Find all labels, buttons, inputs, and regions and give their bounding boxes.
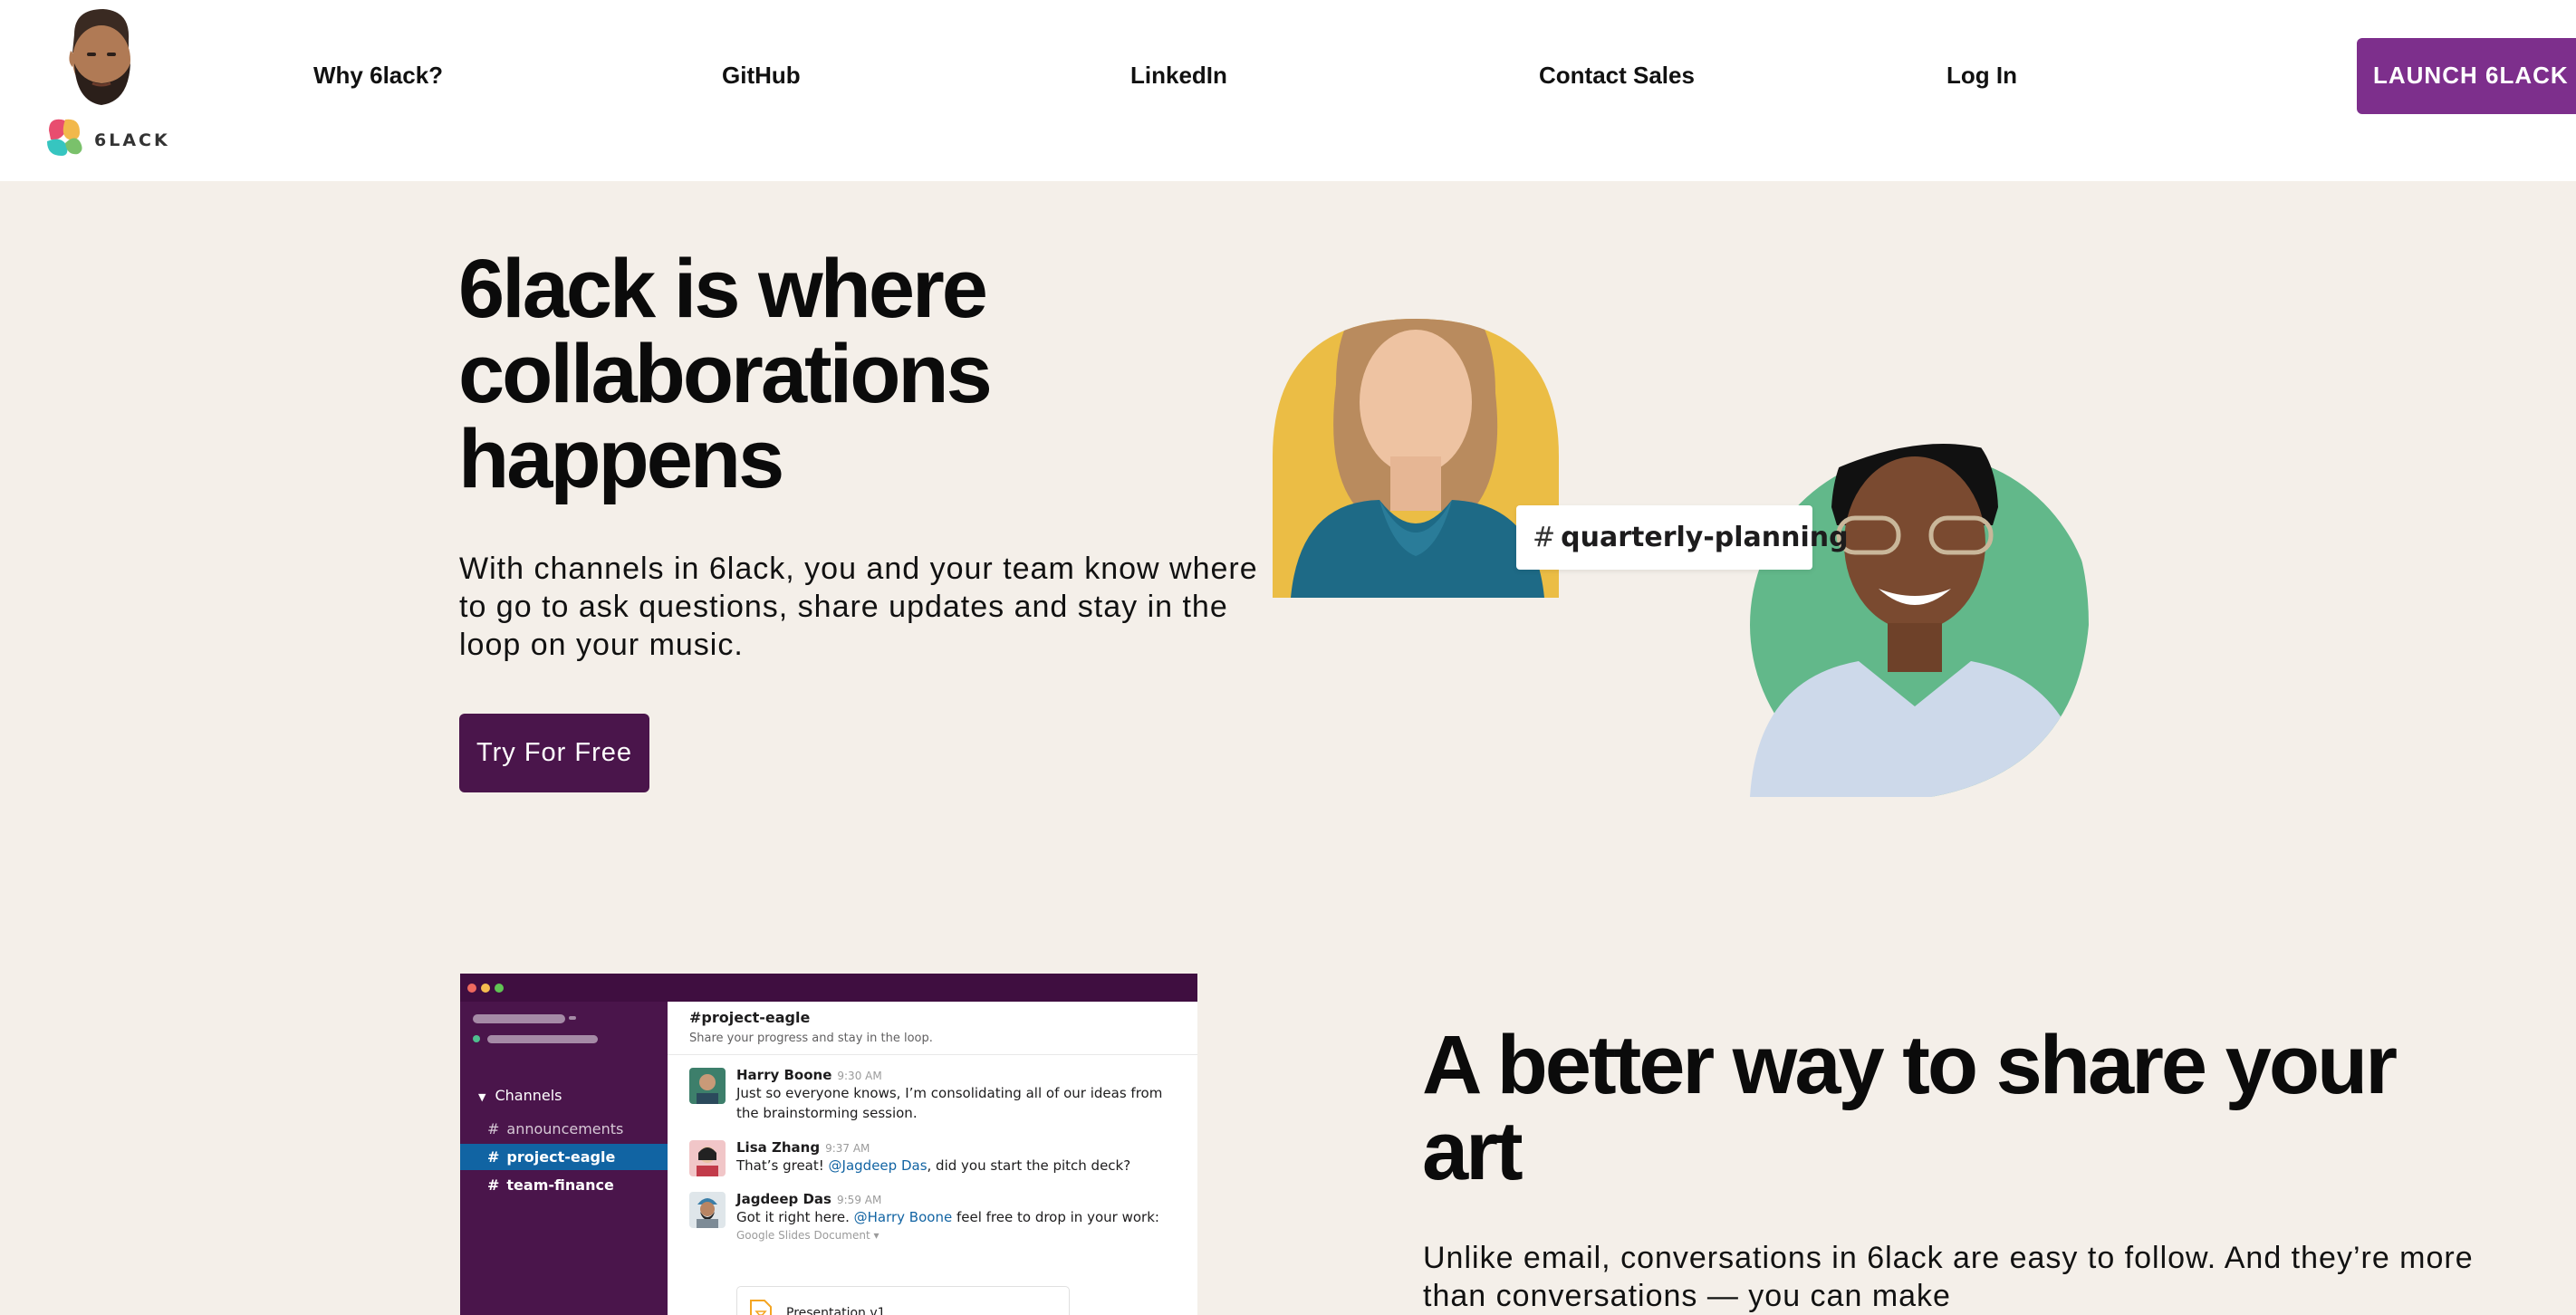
maximize-dot-icon: [495, 984, 504, 993]
portrait-man-image: [1750, 444, 2089, 797]
hash-icon: #: [487, 1120, 500, 1137]
message-author[interactable]: Jagdeep Das: [736, 1191, 831, 1207]
app-mockup: ▼ Channels # announcements # project-eagle …: [460, 974, 1197, 1315]
workspace-name-placeholder: [473, 1014, 565, 1023]
launch-button[interactable]: LAUNCH 6LACK: [2357, 38, 2576, 114]
section-title: A better way to share your art: [1422, 1019, 2398, 1197]
channel-tag: # quarterly-planning: [1516, 505, 1849, 570]
user-mention-link[interactable]: @Harry Boone: [854, 1209, 953, 1225]
sidebar-channel-project-eagle[interactable]: # project-eagle: [460, 1144, 668, 1170]
message-item: Harry Boone 9:30 AM Just so everyone know…: [689, 1066, 1178, 1123]
slides-file-icon: [750, 1300, 772, 1315]
site-logo[interactable]: 6LACK: [36, 7, 168, 161]
app-sidebar: ▼ Channels # announcements # project-eagle …: [460, 1002, 668, 1315]
attachment-name: Presentation v1: [786, 1306, 886, 1315]
message-text-part: feel free to drop in your work:: [952, 1209, 1159, 1225]
message-text: Just so everyone knows, I’m consolidatin…: [736, 1085, 1163, 1121]
hash-icon: #: [487, 1176, 500, 1194]
divider: [668, 1054, 1197, 1055]
try-for-free-button[interactable]: Try For Free: [459, 714, 649, 792]
status-dot-icon: [473, 1035, 480, 1042]
channels-section-header[interactable]: ▼ Channels: [478, 1087, 562, 1104]
message-text: Got it right here. @Harry Boone feel fre…: [736, 1207, 1178, 1227]
nav-link-why[interactable]: Why 6lack?: [313, 62, 443, 90]
message-author[interactable]: Harry Boone: [736, 1067, 831, 1083]
channels-section-label: Channels: [495, 1087, 562, 1104]
user-mention-link[interactable]: @Jagdeep Das: [829, 1157, 928, 1174]
sidebar-channel-announcements[interactable]: # announcements: [460, 1116, 668, 1142]
message-text: That’s great! @Jagdeep Das, did you star…: [736, 1156, 1178, 1176]
chevron-down-icon: [569, 1016, 576, 1020]
avatar: [689, 1192, 726, 1228]
message-text-part: Got it right here.: [736, 1209, 854, 1225]
caret-down-icon: ▾: [873, 1229, 879, 1242]
top-nav: 6LACK Why 6lack? GitHub LinkedIn Contact…: [0, 0, 2576, 181]
hero-title: 6lack is where collaborations happens: [458, 243, 993, 505]
channel-label: announcements: [506, 1120, 624, 1137]
nav-link-linkedin[interactable]: LinkedIn: [1130, 62, 1227, 90]
attachment-type-label: Google Slides Document: [736, 1229, 870, 1242]
nav-link-login[interactable]: Log In: [1946, 62, 2017, 90]
channel-title: #project-eagle: [689, 1009, 811, 1026]
channel-description: Share your progress and stay in the loop…: [689, 1032, 933, 1045]
hash-icon: #: [487, 1148, 500, 1166]
message-time: 9:30 AM: [837, 1070, 882, 1082]
message-text-part: That’s great!: [736, 1157, 829, 1174]
avatar: [689, 1068, 726, 1104]
close-dot-icon: [467, 984, 476, 993]
avatar-face-icon: [69, 9, 130, 105]
username-placeholder: [487, 1035, 598, 1043]
message-author[interactable]: Lisa Zhang: [736, 1139, 820, 1156]
section-subtitle: Unlike email, conversations in 6lack are…: [1423, 1241, 2474, 1313]
file-attachment-card[interactable]: Presentation v1: [736, 1286, 1070, 1315]
logo-wordmark: 6LACK: [94, 130, 170, 150]
channel-label: project-eagle: [506, 1148, 616, 1166]
hash-icon: #: [1533, 522, 1556, 553]
logo-knot-icon: [47, 119, 82, 156]
channel-label: team-finance: [506, 1176, 614, 1194]
window-titlebar: [460, 974, 1197, 1002]
avatar: [689, 1140, 726, 1176]
channel-tag-label: quarterly-planning: [1561, 522, 1849, 553]
nav-link-github[interactable]: GitHub: [722, 62, 801, 90]
message-time: 9:37 AM: [825, 1142, 870, 1155]
message-item: Lisa Zhang 9:37 AM That’s great! @Jagdeep…: [689, 1138, 1178, 1176]
channel-view: #project-eagle Share your progress and s…: [668, 1002, 1197, 1315]
caret-down-icon: ▼: [478, 1091, 486, 1103]
hero-subtitle: With channels in 6lack, you and your tea…: [459, 552, 1258, 662]
message-item: Jagdeep Das 9:59 AM Got it right here. @H…: [689, 1190, 1178, 1242]
minimize-dot-icon: [481, 984, 490, 993]
nav-link-contact-sales[interactable]: Contact Sales: [1539, 62, 1695, 90]
message-text-part: , did you start the pitch deck?: [927, 1157, 1131, 1174]
message-time: 9:59 AM: [837, 1194, 882, 1206]
sidebar-channel-team-finance[interactable]: # team-finance: [460, 1172, 668, 1198]
attachment-type[interactable]: Google Slides Document ▾: [736, 1229, 1178, 1242]
